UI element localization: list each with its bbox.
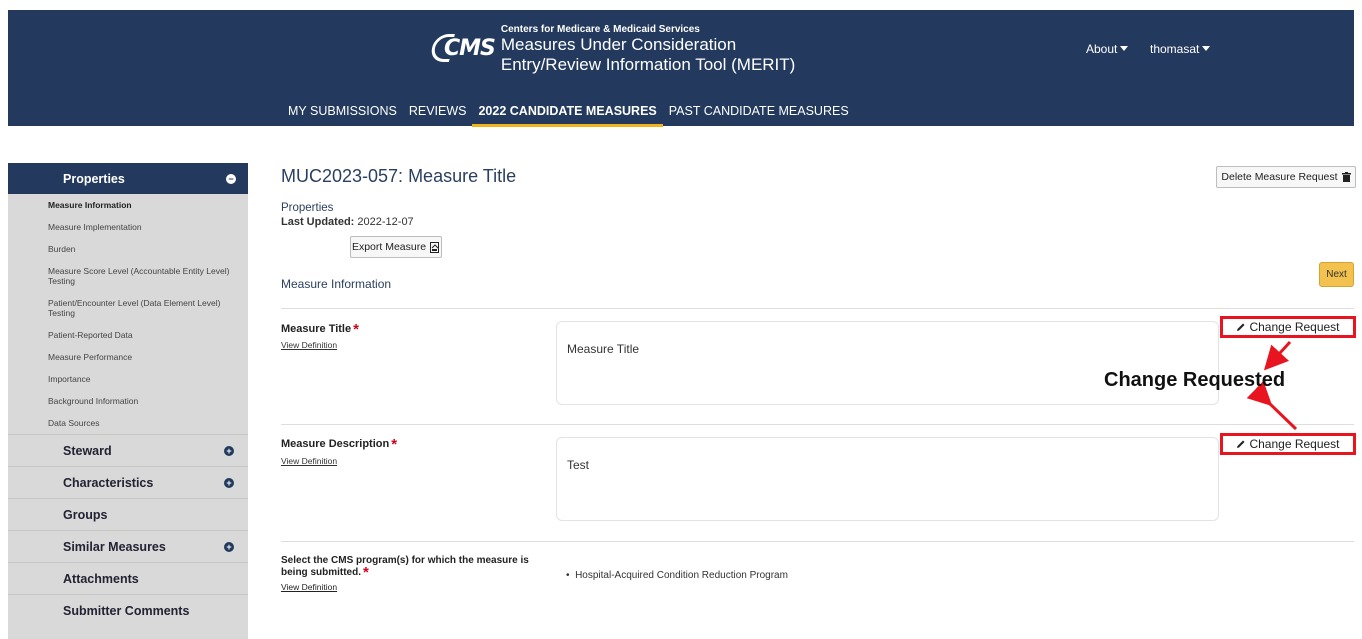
pencil-icon (1237, 440, 1245, 448)
expand-icon[interactable]: + (224, 477, 234, 488)
last-updated-value: 2022-12-07 (357, 216, 414, 228)
export-measure-button[interactable]: Export Measure (350, 236, 442, 258)
sidebar-subitems: Measure Information Measure Implementati… (8, 194, 248, 434)
required-marker: * (391, 436, 398, 453)
sidebar-properties-label: Properties (63, 171, 125, 186)
caret-down-icon (1202, 46, 1211, 51)
about-menu[interactable]: About (1086, 42, 1129, 56)
header-brand: CMS Centers for Medicare & Medicaid Serv… (429, 24, 795, 75)
expand-icon[interactable]: + (224, 541, 234, 552)
sidebar-section-label: Submitter Comments (63, 603, 190, 618)
measure-title-field[interactable]: Measure Title (556, 321, 1219, 405)
next-button[interactable]: Next (1319, 262, 1354, 287)
sidebar-section-similar-measures[interactable]: Similar Measures + (8, 530, 248, 562)
bullet: • (566, 570, 576, 581)
change-request-button[interactable]: Change Request (1220, 316, 1356, 338)
sidebar-section-label: Groups (63, 507, 108, 522)
app-title-line2: Entry/Review Information Tool (MERIT) (500, 55, 796, 74)
sidebar: Properties − Measure Information Measure… (8, 163, 248, 639)
app-titles: Centers for Medicare & Medicaid Services… (501, 24, 795, 75)
sidebar-section-groups[interactable]: Groups (8, 498, 248, 530)
measure-title-label: Measure Title * (281, 321, 359, 338)
delete-measure-request-button[interactable]: Delete Measure Request (1216, 166, 1356, 188)
sidebar-item-patient-encounter-level[interactable]: Patient/Encounter Level (Data Element Le… (48, 292, 248, 324)
view-definition-link[interactable]: View Definition (281, 581, 541, 593)
sidebar-item-measure-score-level[interactable]: Measure Score Level (Accountable Entity … (48, 260, 248, 292)
sidebar-item-measure-information[interactable]: Measure Information (48, 194, 248, 216)
field-label-text: Measure Description (281, 438, 390, 450)
app-header: CMS Centers for Medicare & Medicaid Serv… (8, 10, 1354, 127)
cms-program-text: Hospital-Acquired Condition Reduction Pr… (575, 570, 788, 581)
sidebar-properties-header[interactable]: Properties − (8, 163, 248, 194)
pencil-icon (1237, 323, 1245, 331)
properties-label: Properties (281, 202, 334, 214)
nav-reviews[interactable]: REVIEWS (403, 102, 473, 127)
delete-label: Delete Measure Request (1221, 171, 1338, 183)
section-title: Measure Information (281, 277, 392, 291)
about-label: About (1086, 42, 1118, 56)
divider (281, 308, 1354, 309)
sidebar-section-characteristics[interactable]: Characteristics + (8, 466, 248, 498)
measure-description-field[interactable]: Test (556, 437, 1219, 521)
change-requested-annotation: Change Requested (1104, 369, 1286, 391)
sidebar-section-attachments[interactable]: Attachments (8, 562, 248, 594)
change-request-label: Change Request (1249, 320, 1340, 334)
org-name: Centers for Medicare & Medicaid Services (500, 24, 700, 35)
cms-program-label: Select the CMS program(s) for which the … (281, 555, 541, 593)
sidebar-section-label: Steward (63, 443, 112, 458)
cms-program-label-text: Select the CMS program(s) for which the … (281, 555, 529, 578)
user-menu[interactable]: thomasat (1150, 42, 1211, 56)
divider (281, 541, 1354, 542)
required-marker: * (363, 564, 369, 581)
collapse-icon[interactable]: − (226, 173, 236, 184)
divider (281, 424, 1354, 425)
change-request-label: Change Request (1249, 437, 1340, 451)
sidebar-section-label: Similar Measures (63, 539, 166, 554)
nav-past-candidate-measures[interactable]: PAST CANDIDATE MEASURES (663, 102, 855, 127)
annotation-arrow-up (1263, 340, 1292, 371)
required-marker: * (353, 321, 359, 338)
trash-icon (1341, 172, 1351, 182)
caret-down-icon (1120, 46, 1129, 51)
last-updated: Last Updated: 2022-12-07 (281, 216, 414, 228)
nav-my-submissions[interactable]: MY SUBMISSIONS (282, 102, 403, 127)
cms-logo: CMS (429, 24, 496, 72)
change-request-button[interactable]: Change Request (1220, 433, 1356, 455)
sidebar-item-importance[interactable]: Importance (48, 368, 248, 390)
cms-program-value: • Hospital-Acquired Condition Reduction … (566, 570, 788, 581)
user-label: thomasat (1150, 42, 1200, 56)
field-label-text: Measure Title (281, 323, 352, 335)
sidebar-item-patient-reported-data[interactable]: Patient-Reported Data (48, 324, 248, 346)
view-definition-link[interactable]: View Definition (281, 456, 337, 466)
sidebar-item-background-information[interactable]: Background Information (48, 390, 248, 412)
sidebar-section-label: Characteristics (63, 475, 154, 490)
sidebar-section-steward[interactable]: Steward + (8, 434, 248, 466)
app-title-line1: Measures Under Consideration (500, 35, 737, 54)
expand-icon[interactable]: + (224, 445, 234, 456)
view-definition-link[interactable]: View Definition (281, 340, 337, 350)
main-nav: MY SUBMISSIONS REVIEWS 2022 CANDIDATE ME… (282, 102, 855, 127)
sidebar-item-data-sources[interactable]: Data Sources (48, 412, 248, 434)
export-icon (430, 241, 440, 253)
sidebar-section-submitter-comments[interactable]: Submitter Comments (8, 594, 248, 626)
export-label: Export Measure (351, 241, 427, 253)
page-title: MUC2023-057: Measure Title (281, 166, 517, 186)
sidebar-item-burden[interactable]: Burden (48, 238, 248, 260)
last-updated-label: Last Updated: (281, 216, 355, 228)
nav-2022-candidate-measures[interactable]: 2022 CANDIDATE MEASURES (472, 102, 663, 127)
sidebar-section-label: Attachments (63, 571, 139, 586)
sidebar-item-measure-performance[interactable]: Measure Performance (48, 346, 248, 368)
sidebar-item-measure-implementation[interactable]: Measure Implementation (48, 216, 248, 238)
measure-description-label: Measure Description * (281, 436, 397, 453)
